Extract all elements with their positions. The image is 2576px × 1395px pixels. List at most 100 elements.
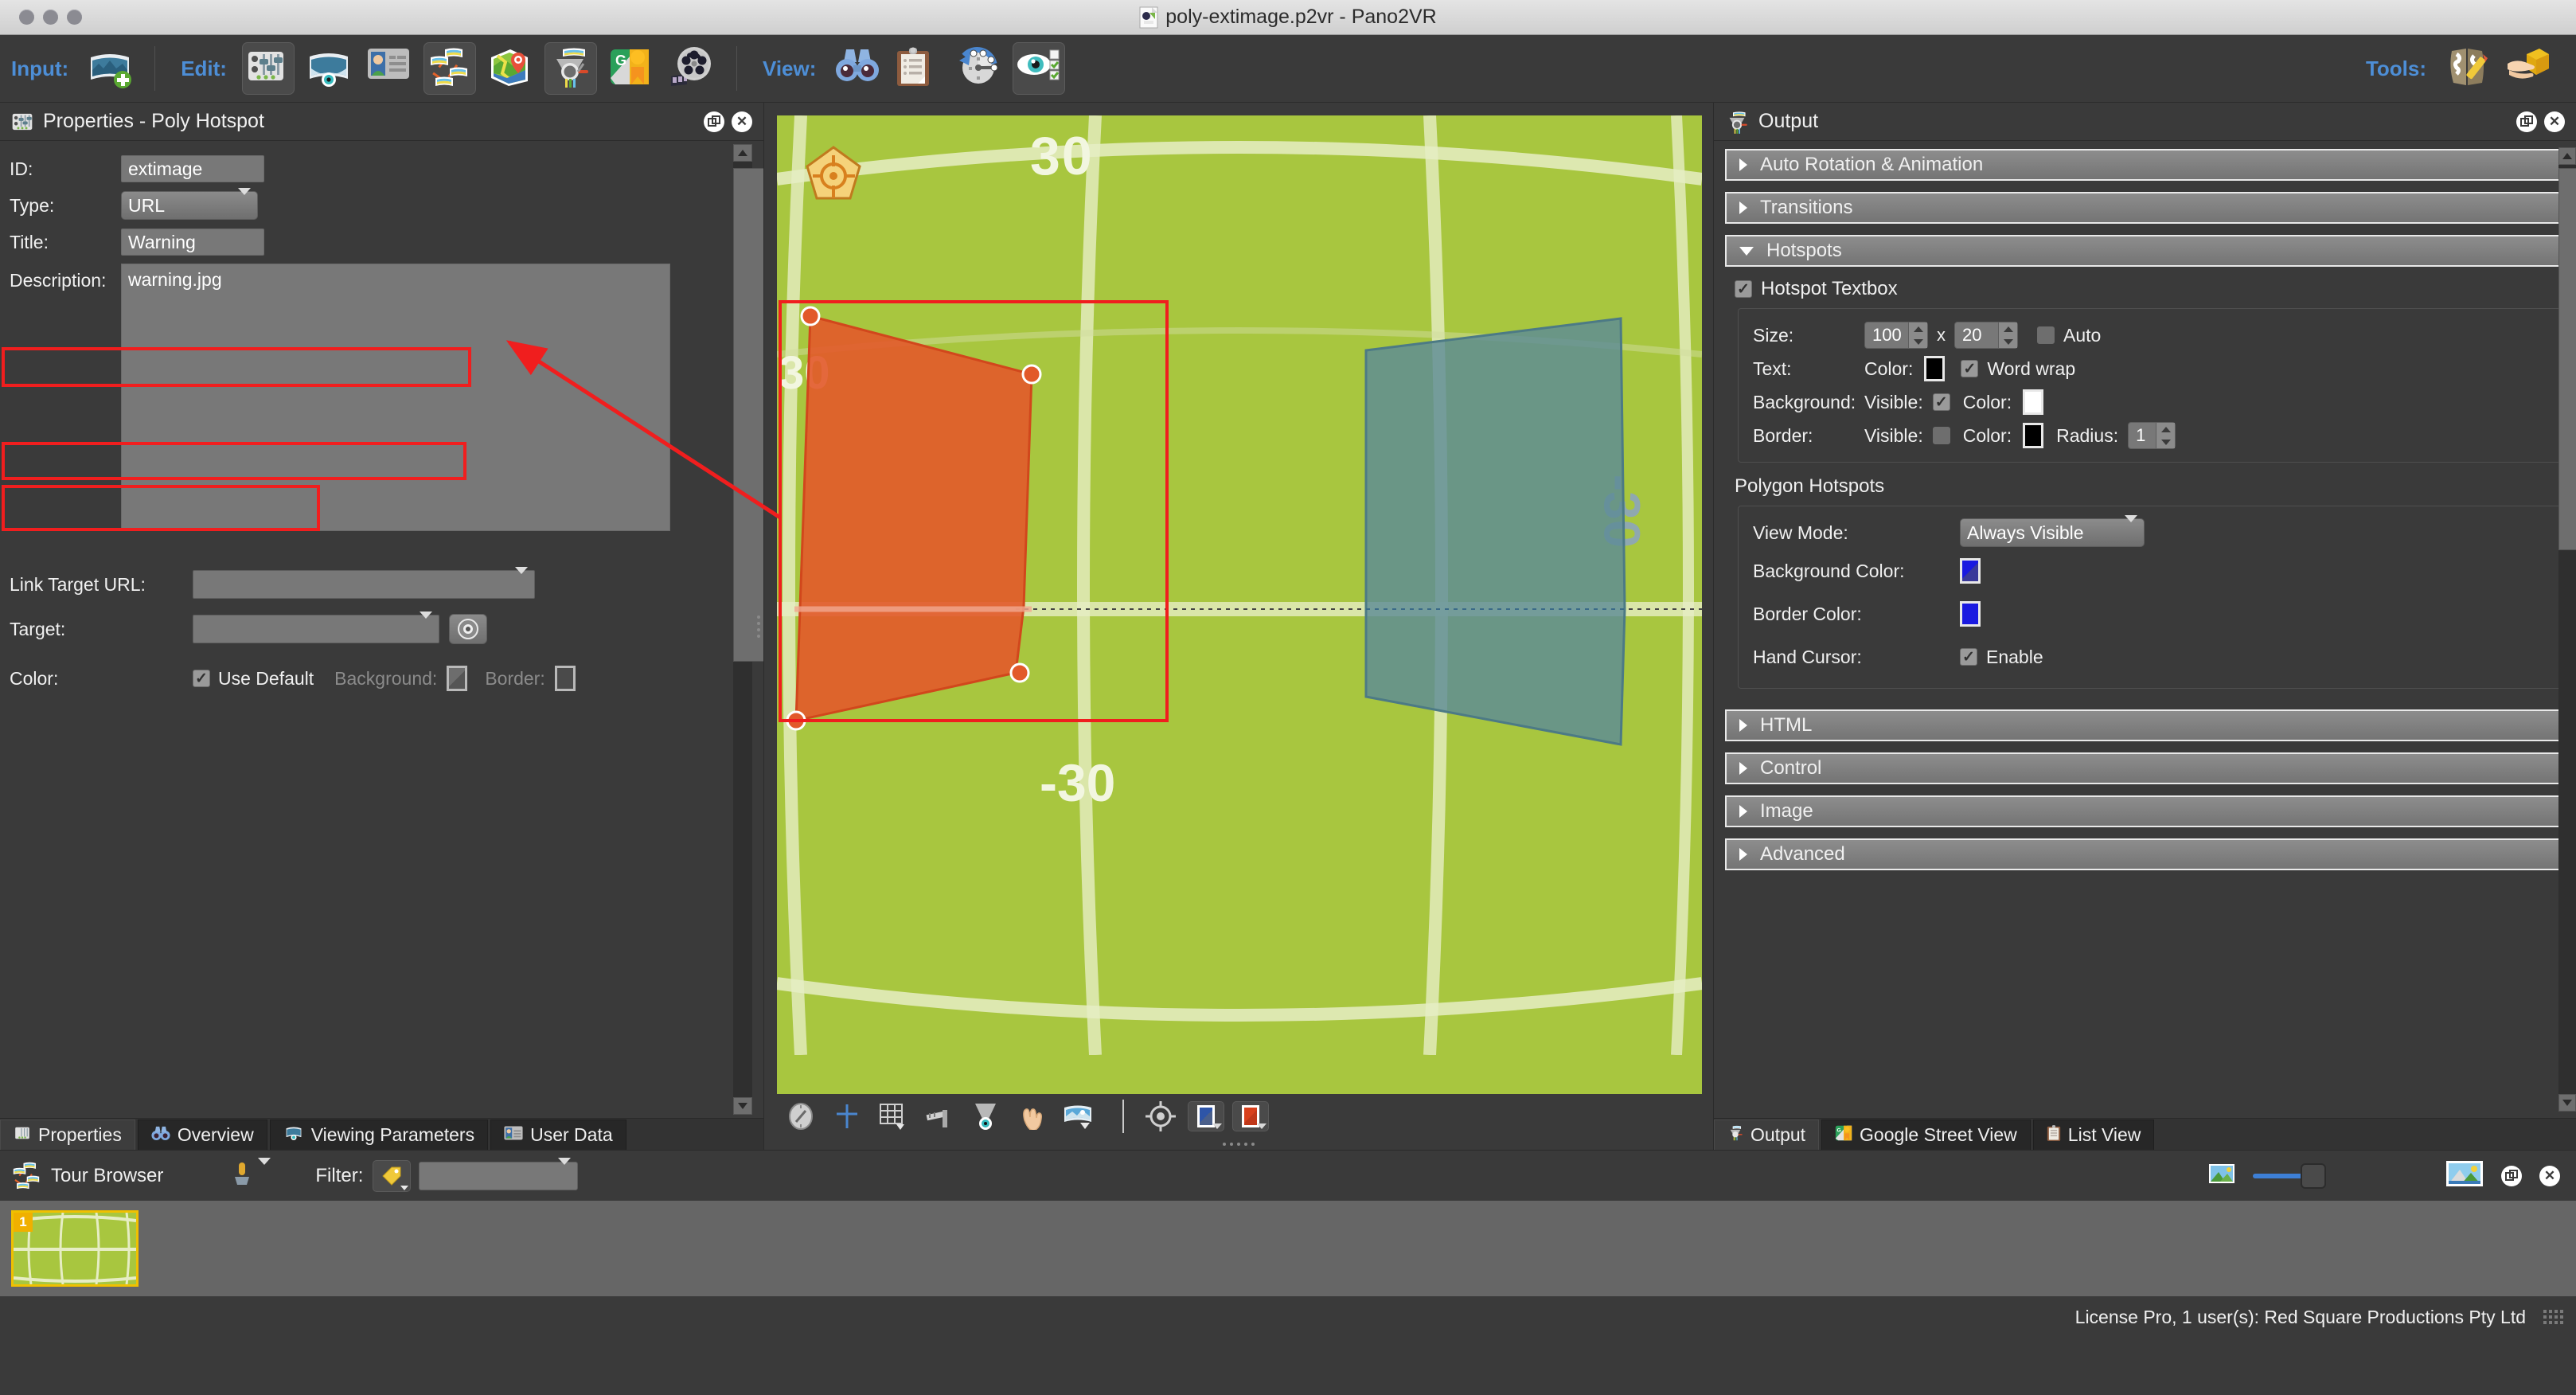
user-data-button[interactable] [363,42,416,95]
google-street-view-button[interactable]: G [605,42,658,95]
id-input[interactable]: extimage [121,155,264,182]
scroll-down-button[interactable] [2558,1094,2576,1112]
tab-properties[interactable]: Properties [0,1120,135,1150]
target-input[interactable] [193,611,439,643]
view-mode-select[interactable]: Always Visible [1960,514,2145,547]
stepper-arrows[interactable] [1998,322,2017,348]
tab-output[interactable]: Output [1714,1120,1820,1150]
chevron-down-icon[interactable] [547,1158,572,1186]
compass-button[interactable] [782,1099,820,1134]
border-color-button[interactable] [1232,1101,1269,1131]
thumbnail-size-slider[interactable] [2253,1162,2428,1189]
panorama-viewport[interactable]: 30 30 -30 -30 [777,115,1702,1094]
panorama-view-button[interactable] [1059,1099,1097,1134]
pin-dropdown[interactable] [232,1158,271,1193]
hotspot-textbox-checkbox[interactable]: ✓ [1735,280,1752,298]
type-select[interactable]: URL [121,187,258,220]
border-color-swatch[interactable] [554,666,576,691]
tab-list-view[interactable]: List View [2032,1120,2155,1150]
view-mode-row: View Mode: Always Visible [1753,514,2547,549]
close-icon[interactable]: ✕ [732,111,752,132]
tab-overview[interactable]: Overview [137,1120,267,1150]
filter-tag-button[interactable] [373,1159,412,1192]
tab-google-street-view[interactable]: G Google Street View [1821,1120,2031,1150]
section-hotspots[interactable]: Hotspots [1725,235,2565,267]
bottom-splitter-grip[interactable] [764,1139,1713,1150]
stepper-arrows[interactable] [2156,423,2176,448]
chevron-down-icon[interactable] [504,566,528,596]
overview-button[interactable] [831,42,884,95]
close-icon[interactable]: ✕ [2539,1165,2560,1186]
background-color-swatch[interactable] [447,666,468,691]
section-transitions[interactable]: Transitions [1725,192,2565,224]
undock-icon[interactable] [2516,111,2537,132]
tour-browser-button[interactable] [423,42,476,95]
textbox-background-visible-checkbox[interactable]: ✓ [1932,393,1950,411]
pan-hand-button[interactable] [1013,1099,1051,1134]
scrollbar-thumb[interactable] [733,168,763,662]
textbox-height-stepper[interactable]: 20 [1954,322,2018,349]
chevron-down-icon[interactable] [408,611,432,640]
add-panorama-button[interactable] [84,42,136,95]
crosshair-button[interactable] [828,1099,866,1134]
textbox-border-radius-stepper[interactable]: 1 [2128,422,2176,449]
size-auto-checkbox[interactable]: ✓ [2037,326,2055,344]
list-view-button[interactable] [892,42,944,95]
word-wrap-checkbox[interactable]: ✓ [1961,360,1979,377]
node-thumbnail-strip[interactable]: 1 [0,1201,2576,1296]
section-advanced[interactable]: Advanced [1725,838,2565,870]
hand-cursor-checkbox[interactable]: ✓ [1960,648,1977,666]
pick-target-button[interactable] [449,614,487,644]
section-html[interactable]: HTML [1725,709,2565,741]
stepper-arrows[interactable] [1908,322,1927,348]
slider-knob[interactable] [2301,1162,2326,1189]
polygon-background-color-swatch[interactable] [1960,558,1981,584]
selected-poly-hotspot[interactable] [777,115,1702,1055]
properties-scrollbar[interactable] [733,144,763,1115]
output-package-button[interactable] [2502,42,2555,95]
map-button[interactable] [484,42,537,95]
patch-tool-button[interactable] [2441,42,2494,95]
section-auto-rotation-animation[interactable]: Auto Rotation & Animation [1725,149,2565,181]
tab-user-data[interactable]: User Data [490,1120,626,1150]
chevron-right-icon [1739,848,1747,861]
title-input[interactable]: Warning [121,229,264,256]
film-reel-icon [669,46,714,91]
section-control[interactable]: Control [1725,752,2565,784]
skin-editor-button[interactable] [544,42,597,95]
scrollbar-thumb[interactable] [2558,168,2576,550]
description-input[interactable]: warning.jpg [121,264,670,531]
visibility-button[interactable] [1013,42,1066,95]
link-target-url-input[interactable] [193,566,535,599]
polygon-border-color-swatch[interactable] [1960,601,1981,627]
background-color-button[interactable] [1188,1101,1224,1131]
scroll-up-button[interactable] [733,144,752,162]
left-splitter-grip[interactable] [757,615,760,638]
filter-input[interactable] [419,1158,579,1190]
tab-viewing-parameters[interactable]: Viewing Parameters [269,1120,489,1150]
textbox-background-color-swatch[interactable] [2023,389,2044,415]
scroll-up-button[interactable] [2558,147,2576,165]
undock-icon[interactable] [2501,1165,2522,1186]
point-hotspot-marker[interactable] [799,143,868,211]
target-button[interactable] [1142,1099,1180,1134]
node-thumbnail[interactable]: 1 [11,1210,139,1287]
use-default-checkbox[interactable]: ✓ [193,670,210,687]
level-button[interactable] [920,1099,958,1134]
textbox-border-color-swatch[interactable] [2023,423,2044,448]
scroll-down-button[interactable] [733,1097,752,1115]
textbox-border-visible-checkbox[interactable]: ✓ [1932,427,1950,444]
properties-button[interactable] [241,42,295,95]
viewing-parameters-button[interactable] [302,42,355,95]
output-scrollbar[interactable] [2558,147,2576,1112]
textbox-width-stepper[interactable]: 100 [1864,322,1928,349]
text-color-swatch[interactable] [1924,356,1946,381]
video-button[interactable] [665,42,718,95]
section-image[interactable]: Image [1725,795,2565,827]
resize-grip[interactable] [2543,1310,2563,1324]
auto-rotation-button[interactable] [952,42,1005,95]
grid-button[interactable] [874,1099,912,1134]
hotspot-visibility-button[interactable] [966,1099,1005,1134]
undock-icon[interactable] [704,111,724,132]
close-icon[interactable]: ✕ [2544,111,2565,132]
